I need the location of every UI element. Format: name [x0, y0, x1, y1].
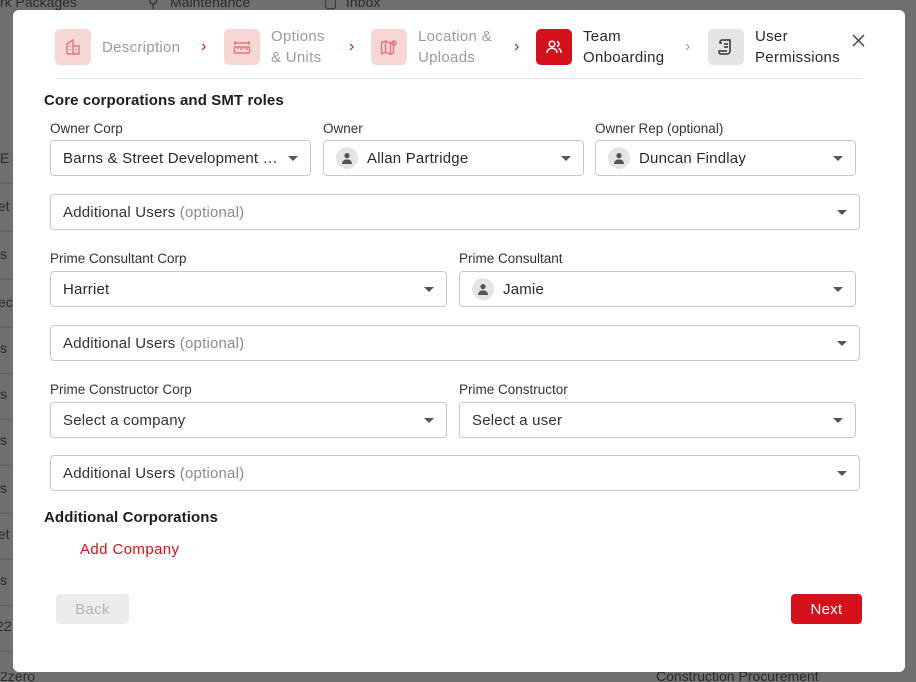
- step-label: Description: [102, 38, 181, 56]
- section-title-core: Core corporations and SMT roles: [44, 92, 284, 109]
- owner-corp-label: Owner Corp: [50, 121, 123, 136]
- section-title-additional: Additional Corporations: [44, 509, 218, 526]
- chevron-down-icon: [833, 156, 843, 161]
- user-avatar-icon: [472, 278, 494, 300]
- prime-constructor-corp-select[interactable]: Select a company: [50, 402, 447, 438]
- chevron-down-icon: [424, 418, 434, 423]
- bg-nav-maintenance: Maintenance: [170, 0, 251, 10]
- step-user-permissions[interactable]: User Permissions: [708, 26, 840, 68]
- user-avatar-icon: [608, 147, 630, 169]
- add-company-link[interactable]: Add Company: [80, 541, 179, 558]
- additional-users-select-consultant[interactable]: Additional Users (optional): [50, 325, 860, 361]
- bg-row: s: [0, 560, 14, 606]
- prime-constructor-corp-label: Prime Constructor Corp: [50, 382, 192, 397]
- additional-users-select-constructor[interactable]: Additional Users (optional): [50, 455, 860, 491]
- chevron-down-icon: [837, 341, 847, 346]
- next-button[interactable]: Next: [791, 594, 862, 624]
- prime-consultant-corp-select[interactable]: Harriet: [50, 271, 447, 307]
- bg-row: s: [0, 328, 14, 374]
- bg-row: et: [0, 514, 14, 560]
- additional-users-label: Additional Users: [63, 464, 176, 482]
- users-icon: [536, 29, 572, 65]
- chevron-right-icon: ›: [201, 38, 207, 55]
- bg-row: ec: [0, 282, 14, 328]
- owner-rep-value: Duncan Findlay: [639, 149, 747, 167]
- owner-value: Allan Partridge: [367, 149, 469, 167]
- step-label: Location & Uploads: [418, 28, 492, 66]
- chevron-right-icon: ›: [685, 38, 691, 55]
- optional-hint: (optional): [179, 203, 245, 221]
- step-options-units[interactable]: Options & Units: [224, 26, 325, 68]
- ruler-icon: [224, 29, 260, 65]
- building-icon: [55, 29, 91, 65]
- back-button[interactable]: Back: [56, 594, 129, 624]
- optional-hint: (optional): [179, 334, 245, 352]
- chevron-right-icon: ›: [349, 38, 355, 55]
- background-bottom-row: 2zero Construction Procurement: [0, 672, 819, 682]
- document-icon: [708, 29, 744, 65]
- stepper-divider: [56, 78, 862, 79]
- step-description[interactable]: Description: [55, 26, 180, 68]
- bg-row: s: [0, 374, 14, 420]
- map-pin-icon: [371, 29, 407, 65]
- bg-row: s: [0, 420, 14, 466]
- owner-rep-select[interactable]: Duncan Findlay: [595, 140, 856, 176]
- step-location-uploads[interactable]: Location & Uploads: [371, 26, 492, 68]
- bg-row: et: [0, 186, 14, 232]
- chevron-down-icon: [837, 210, 847, 215]
- optional-hint: (optional): [179, 464, 245, 482]
- chevron-down-icon: [833, 287, 843, 292]
- bg-row: s: [0, 468, 14, 514]
- prime-consultant-corp-label: Prime Consultant Corp: [50, 251, 187, 266]
- step-team-onboarding[interactable]: Team Onboarding: [536, 26, 664, 68]
- bg-nav-inbox: Inbox: [346, 0, 381, 10]
- wizard-stepper: Description › Options & Units › Location…: [55, 26, 861, 76]
- chevron-down-icon: [288, 156, 298, 161]
- prime-constructor-label: Prime Constructor: [459, 382, 568, 397]
- prime-consultant-corp-value: Harriet: [63, 280, 110, 298]
- close-icon: [852, 34, 864, 46]
- bg-row: s: [0, 234, 14, 280]
- prime-constructor-select[interactable]: Select a user: [459, 402, 856, 438]
- owner-corp-value: Barns & Street Development & Constructio…: [63, 149, 282, 167]
- chevron-down-icon: [837, 471, 847, 476]
- owner-select[interactable]: Allan Partridge: [323, 140, 584, 176]
- prime-consultant-label: Prime Consultant: [459, 251, 563, 266]
- bg-nav-work-packages: rk Packages: [0, 0, 78, 10]
- step-label: User Permissions: [755, 28, 840, 66]
- owner-corp-select[interactable]: Barns & Street Development & Constructio…: [50, 140, 311, 176]
- bg-row: IE: [0, 138, 14, 184]
- close-button[interactable]: [850, 32, 866, 48]
- prime-constructor-corp-placeholder: Select a company: [63, 411, 186, 429]
- owner-rep-label: Owner Rep (optional): [595, 121, 724, 136]
- additional-users-select-owner[interactable]: Additional Users (optional): [50, 194, 860, 230]
- chevron-down-icon: [561, 156, 571, 161]
- owner-label: Owner: [323, 121, 363, 136]
- prime-consultant-select[interactable]: Jamie: [459, 271, 856, 307]
- prime-consultant-value: Jamie: [503, 280, 545, 298]
- project-setup-modal: Description › Options & Units › Location…: [13, 10, 905, 672]
- chevron-down-icon: [833, 418, 843, 423]
- step-label: Team Onboarding: [583, 28, 665, 66]
- bg-row: 22: [0, 606, 14, 652]
- prime-constructor-placeholder: Select a user: [472, 411, 563, 429]
- step-label: Options & Units: [271, 28, 325, 66]
- additional-users-label: Additional Users: [63, 203, 176, 221]
- chevron-down-icon: [424, 287, 434, 292]
- additional-users-label: Additional Users: [63, 334, 176, 352]
- chevron-right-icon: ›: [514, 38, 520, 55]
- user-avatar-icon: [336, 147, 358, 169]
